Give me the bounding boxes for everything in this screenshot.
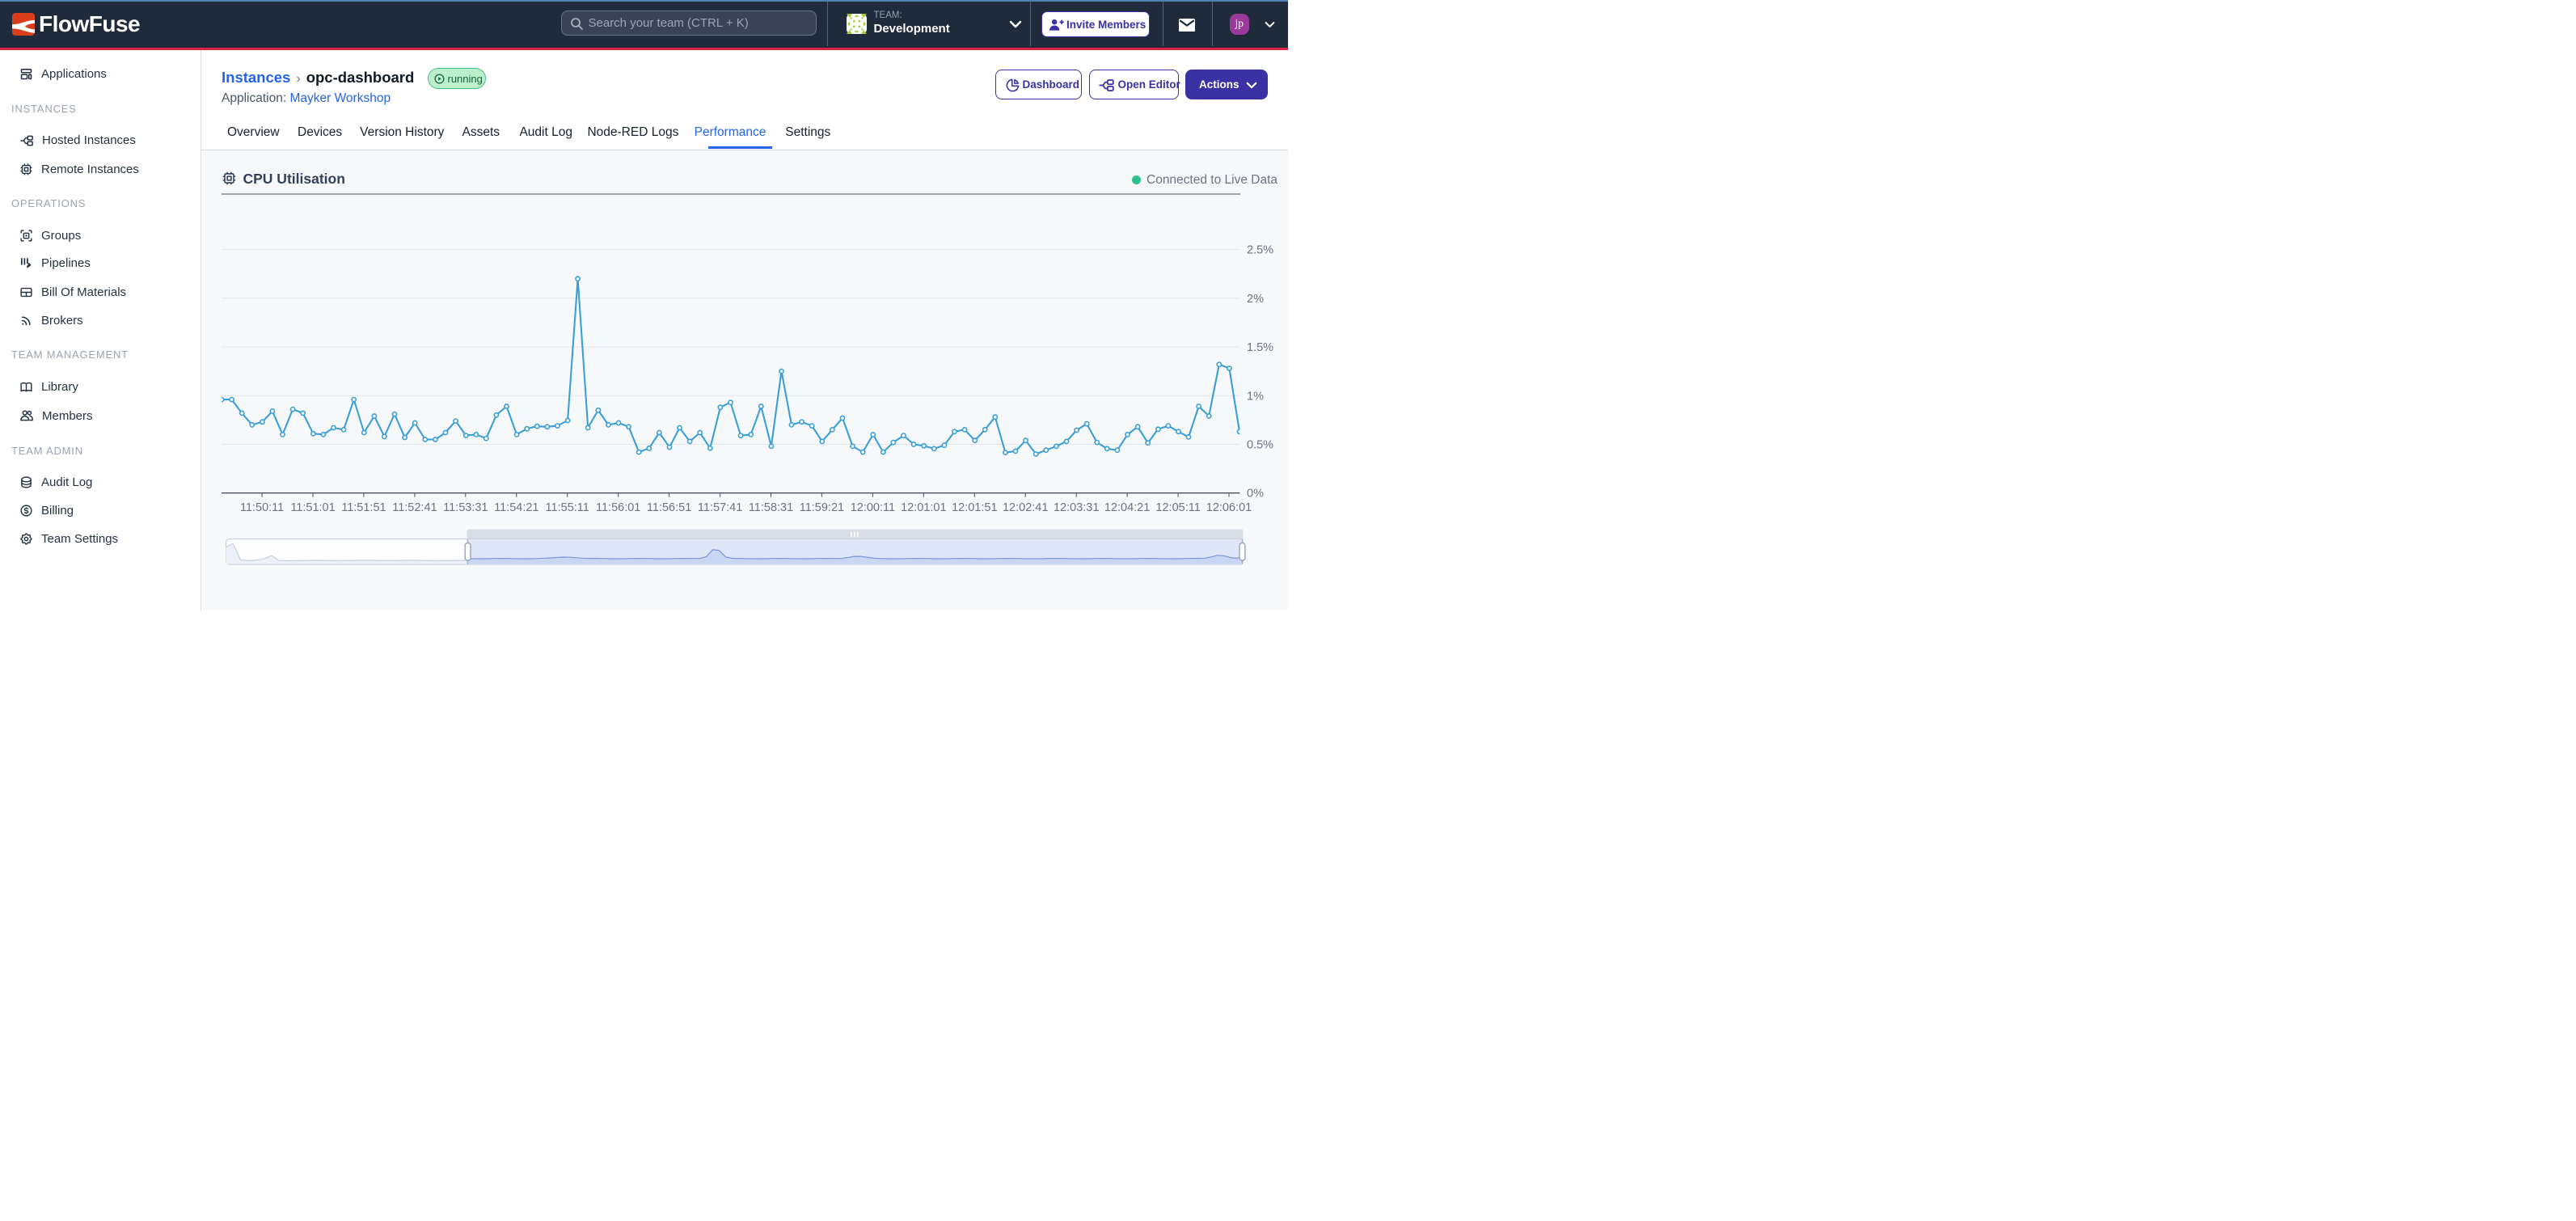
svg-text:12:01:01: 12:01:01 — [901, 501, 946, 514]
svg-text:11:56:51: 11:56:51 — [647, 501, 691, 514]
svg-text:11:51:01: 11:51:01 — [290, 501, 335, 514]
svg-text:12:00:11: 12:00:11 — [851, 501, 895, 514]
svg-text:11:52:41: 11:52:41 — [392, 501, 437, 514]
svg-text:12:06:01: 12:06:01 — [1206, 501, 1252, 514]
svg-text:11:51:51: 11:51:51 — [341, 501, 386, 514]
svg-text:11:50:11: 11:50:11 — [240, 501, 284, 514]
svg-text:2%: 2% — [1247, 293, 1264, 306]
svg-text:11:58:31: 11:58:31 — [749, 501, 793, 514]
svg-text:11:55:11: 11:55:11 — [546, 501, 589, 514]
svg-text:12:03:31: 12:03:31 — [1054, 501, 1099, 514]
svg-text:11:54:21: 11:54:21 — [494, 501, 538, 514]
svg-text:11:57:41: 11:57:41 — [698, 501, 742, 514]
svg-text:12:05:11: 12:05:11 — [1155, 501, 1200, 514]
svg-text:0.5%: 0.5% — [1247, 439, 1273, 452]
svg-text:12:01:51: 12:01:51 — [952, 501, 997, 514]
svg-text:11:53:31: 11:53:31 — [443, 501, 488, 514]
svg-text:2.5%: 2.5% — [1247, 244, 1273, 257]
svg-text:11:59:21: 11:59:21 — [800, 501, 844, 514]
svg-text:11:56:01: 11:56:01 — [596, 501, 640, 514]
svg-text:1%: 1% — [1247, 390, 1264, 403]
svg-text:12:04:21: 12:04:21 — [1104, 501, 1150, 514]
svg-text:1.5%: 1.5% — [1247, 341, 1273, 354]
svg-text:12:02:41: 12:02:41 — [1003, 501, 1048, 514]
svg-text:0%: 0% — [1247, 488, 1264, 501]
